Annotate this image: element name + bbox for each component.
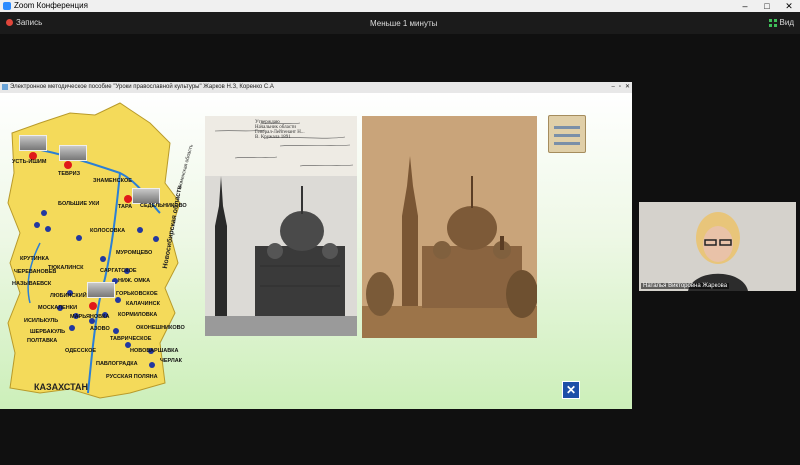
shared-close-button[interactable]: ✕: [625, 82, 630, 93]
map-label: ТАРА: [118, 204, 133, 210]
region-map: УСТЬ-ИШИМ ТЕВРИЗ ЗНАМЕНСКОЕ ТАРА БОЛЬШИЕ…: [0, 93, 200, 409]
map-label: ПАВЛОГРАДКА: [96, 361, 138, 367]
letter-handwriting: Утверждаю Начальник области Генерал-Лейт…: [255, 120, 305, 140]
letter-line: В. Кружала 1891: [255, 135, 291, 140]
close-icon: ✕: [565, 383, 577, 397]
map-label: ОДЕССКОЕ: [65, 348, 97, 354]
recording-label: Запись: [16, 18, 43, 27]
maximize-button[interactable]: □: [756, 0, 778, 12]
record-icon: [6, 19, 13, 26]
zoom-app-icon: [3, 2, 11, 10]
view-label: Вид: [779, 18, 794, 27]
map-label: УСТЬ-ИШИМ: [12, 159, 47, 165]
presentation-app-icon: [2, 84, 8, 90]
map-label: САРГАТСКОЕ: [100, 268, 137, 274]
participant-video-tile[interactable]: Наталья Викторовна Жаркова: [639, 202, 796, 291]
map-label: ГОРЬКОВСКОЕ: [116, 291, 158, 297]
map-label: ШЕРБАКУЛЬ: [30, 329, 66, 335]
map-label: ИСИЛЬКУЛЬ: [24, 318, 59, 324]
window-title: Zoom Конференция: [14, 1, 88, 10]
map-label: БОЛЬШИЕ УКИ: [58, 201, 100, 207]
slide: УСТЬ-ИШИМ ТЕВРИЗ ЗНАМЕНСКОЕ ТАРА БОЛЬШИЕ…: [0, 93, 632, 409]
shared-minimize-button[interactable]: –: [611, 82, 614, 93]
map-label: ТАВРИЧЕСКОЕ: [110, 336, 152, 342]
cathedral-photo[interactable]: [362, 116, 538, 338]
map-label: ЗНАМЕНСКОЕ: [93, 178, 132, 184]
map-label: МОСКАЛЕНКИ: [38, 305, 78, 311]
map-label: АЗОВО: [90, 326, 110, 332]
map-label: РУССКАЯ ПОЛЯНА: [106, 374, 158, 380]
map-label: КАЛАЧИНСК: [126, 301, 160, 307]
close-window-button[interactable]: ✕: [778, 0, 800, 12]
shared-window-title: Электронное методическое пособие "Уроки …: [10, 84, 274, 90]
scroll-line: [554, 134, 580, 137]
view-button[interactable]: Вид: [768, 18, 794, 27]
map-photo-thumbnail[interactable]: [19, 135, 47, 151]
map-label: ЧЕРЛАК: [160, 358, 183, 364]
cathedral-illustration: [362, 116, 538, 338]
meeting-duration: Меньше 1 минуты: [370, 19, 438, 28]
map-label: ТЕВРИЗ: [58, 171, 81, 177]
map-label: ПОЛТАВКА: [27, 338, 58, 344]
scroll-document-button[interactable]: [548, 115, 586, 153]
map-label: МАРЬЯНОВКА: [70, 314, 110, 320]
shared-screen: Электронное методическое пособие "Уроки …: [0, 82, 632, 409]
minimize-button[interactable]: –: [734, 0, 756, 12]
shared-window-titlebar: Электронное методическое пособие "Уроки …: [0, 82, 632, 93]
map-label: КРУТИНКА: [20, 256, 49, 262]
grid-view-icon: [768, 18, 777, 27]
cathedral-engraving: [205, 116, 357, 336]
map-label: КОЛОСОВКА: [90, 228, 126, 234]
map-label: МУРОМЦЕВО: [116, 250, 153, 256]
map-label: ЧЕРЕВАНОВЕВ: [14, 269, 57, 275]
scroll-line: [554, 126, 580, 129]
window-controls: – □ ✕: [734, 0, 800, 12]
map-photo-thumbnail[interactable]: [132, 188, 160, 204]
meeting-topbar: Запись Меньше 1 минуты Вид: [0, 12, 800, 34]
map-label: ОКОНЕШНИКОВО: [136, 325, 185, 331]
close-slide-button[interactable]: ✕: [562, 381, 580, 399]
participant-avatar: [688, 212, 748, 291]
map-country-label: КАЗАХСТАН: [34, 382, 88, 392]
window-titlebar: Zoom Конференция – □ ✕: [0, 0, 800, 12]
map-label: НИЖ. ОМКА: [118, 278, 151, 284]
participant-name: Наталья Викторовна Жаркова: [641, 283, 730, 289]
scroll-line: [554, 142, 580, 145]
map-label: НОВОВАРШАВКА: [130, 348, 179, 354]
map-photo-thumbnail[interactable]: [59, 145, 87, 161]
archive-document-image[interactable]: Утверждаю Начальник области Генерал-Лейт…: [205, 116, 357, 336]
recording-indicator[interactable]: Запись: [6, 18, 42, 27]
shared-window-controls: – ▫ ✕: [611, 82, 630, 93]
map-label: НАЗЫВАЕВСК: [12, 281, 52, 287]
map-label: КОРМИЛОВКА: [118, 312, 158, 318]
map-label: ЛЮБИНСКИЙ: [50, 293, 87, 299]
shared-restore-button[interactable]: ▫: [619, 82, 621, 93]
map-photo-thumbnail[interactable]: [87, 282, 115, 298]
